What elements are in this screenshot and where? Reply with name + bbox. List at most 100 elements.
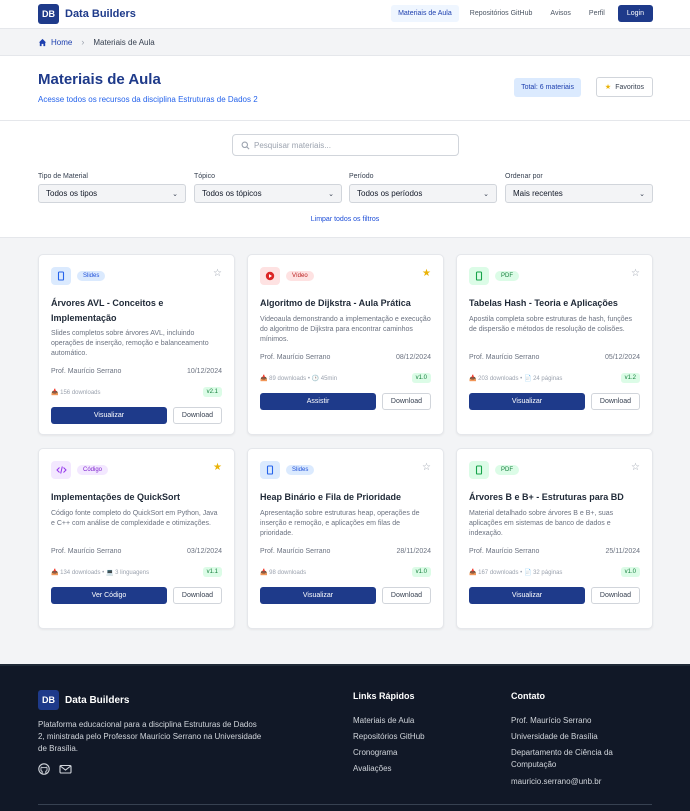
filter-type-select[interactable]: Todos os tipos ⌄ [38, 184, 186, 203]
card-date: 10/12/2024 [186, 368, 222, 375]
card-meta: Prof. Maurício Serrano 08/12/2024 [260, 354, 431, 361]
card-meta: Prof. Maurício Serrano 10/12/2024 [51, 368, 222, 375]
pdf-icon [469, 461, 489, 479]
filter-topic-select[interactable]: Todos os tópicos ⌄ [194, 184, 342, 203]
version-badge: v1.0 [411, 567, 431, 577]
github-icon[interactable] [38, 763, 50, 775]
card-actions: Visualizar Download [469, 587, 640, 604]
breadcrumb-home[interactable]: Home [51, 38, 72, 47]
card-meta: Prof. Maurício Serrano 25/11/2024 [469, 548, 640, 555]
nav-link-perfil[interactable]: Perfil [582, 5, 612, 22]
footer-social [38, 763, 72, 775]
footer-contact-university: Universidade de Brasília [511, 732, 598, 741]
download-button[interactable]: Download [591, 587, 640, 604]
type-badge: Slides [77, 271, 106, 281]
filter-order-label: Ordenar por [505, 173, 543, 180]
download-button[interactable]: Download [591, 393, 640, 410]
favorite-star-icon[interactable]: ★ [213, 462, 222, 473]
footer-link-materiais[interactable]: Materiais de Aula [353, 713, 425, 729]
favorite-star-icon[interactable]: ★ [422, 268, 431, 279]
card-meta: Prof. Maurício Serrano 28/11/2024 [260, 548, 431, 555]
card-title[interactable]: Tabelas Hash - Teoria e Aplicações [469, 296, 640, 311]
breadcrumb-current: Materiais de Aula [93, 37, 155, 47]
footer-link-avaliacoes[interactable]: Avaliações [353, 761, 425, 777]
download-button[interactable]: Download [173, 587, 222, 604]
filter-type: Tipo de Material Todos os tipos ⌄ [38, 173, 186, 203]
footer-brand: DB Data Builders [38, 690, 129, 710]
card-author: Prof. Maurício Serrano [469, 354, 540, 361]
card-primary-button[interactable]: Visualizar [51, 407, 167, 424]
card-primary-button[interactable]: Visualizar [260, 587, 376, 604]
clear-filters-link[interactable]: Limpar todos os filtros [0, 216, 690, 223]
download-button[interactable]: Download [382, 587, 431, 604]
filter-period: Período Todos os períodos ⌄ [349, 173, 497, 203]
favorite-star-icon[interactable]: ☆ [213, 268, 222, 279]
page-header: Materiais de Aula Acesse todos os recurs… [0, 55, 690, 121]
favorite-star-icon[interactable]: ☆ [422, 462, 431, 473]
card-primary-button[interactable]: Assistir [260, 393, 376, 410]
favorite-star-icon[interactable]: ☆ [631, 462, 640, 473]
footer-link-cronograma[interactable]: Cronograma [353, 745, 425, 761]
code-icon [51, 461, 71, 479]
card-title[interactable]: Implementações de QuickSort [51, 490, 222, 505]
card-title[interactable]: Algoritmo de Dijkstra - Aula Prática [260, 296, 431, 311]
card-description: Material detalhado sobre árvores B e B+,… [469, 510, 614, 537]
chevron-down-icon: ⌄ [639, 190, 645, 198]
card-primary-button[interactable]: Visualizar [469, 393, 585, 410]
card-description: Slides completos sobre árvores AVL, incl… [51, 330, 209, 357]
brand[interactable]: DB Data Builders [38, 4, 136, 24]
card-primary-button[interactable]: Ver Código [51, 587, 167, 604]
card-downloads: 📥 156 downloads [51, 389, 101, 396]
home-icon [38, 38, 47, 46]
material-card[interactable]: Vídeo ★ Algoritmo de Dijkstra - Aula Prá… [247, 254, 444, 435]
card-description: Videoaula demonstrando a implementação e… [260, 316, 431, 343]
chevron-down-icon: ⌄ [483, 190, 489, 198]
nav-link-repositorios[interactable]: Repositórios GitHub [463, 5, 540, 22]
search-input[interactable] [254, 140, 444, 150]
search-box[interactable] [232, 134, 459, 156]
material-card[interactable]: PDF ☆ Árvores B e B+ - Estruturas para B… [456, 448, 653, 629]
login-button[interactable]: Login [617, 5, 653, 22]
footer-contact-email[interactable]: mauricio.serrano@unb.br [511, 774, 651, 790]
card-stats: 📥 89 downloads • 🕒 45min v1.0 [260, 373, 431, 383]
material-card[interactable]: Slides ☆ Heap Binário e Fila de Priorida… [247, 448, 444, 629]
filter-order: Ordenar por Mais recentes ⌄ [505, 173, 653, 203]
card-header: PDF [469, 461, 519, 479]
brand-logo: DB [38, 4, 59, 24]
filter-topic-label: Tópico [194, 173, 216, 180]
card-downloads: 📥 98 downloads [260, 569, 307, 576]
nav-links: Materiais de Aula Repositórios GitHub Av… [391, 5, 653, 22]
filter-type-label: Tipo de Material [38, 173, 88, 180]
footer-link-repositorios[interactable]: Repositórios GitHub [353, 729, 425, 745]
material-card[interactable]: Código ★ Implementações de QuickSort Cód… [38, 448, 235, 629]
favorite-star-icon[interactable]: ☆ [631, 268, 640, 279]
card-header: Slides [51, 267, 106, 285]
footer-brand-name: Data Builders [65, 694, 130, 706]
favorites-button[interactable]: ★ Favoritos [595, 77, 653, 97]
filter-type-value: Todos os tipos [46, 189, 98, 198]
mail-icon[interactable] [59, 763, 72, 775]
download-button[interactable]: Download [173, 407, 222, 424]
card-title[interactable]: Árvores AVL - Conceitos e Implementação [51, 296, 222, 326]
nav-link-materiais[interactable]: Materiais de Aula [391, 5, 459, 22]
page-title: Materiais de Aula [38, 71, 161, 88]
material-card[interactable]: Slides ☆ Árvores AVL - Conceitos e Imple… [38, 254, 235, 435]
filter-order-select[interactable]: Mais recentes ⌄ [505, 184, 653, 203]
card-author: Prof. Maurício Serrano [51, 368, 122, 375]
nav-link-avisos[interactable]: Avisos [543, 5, 578, 22]
chevron-down-icon: ⌄ [172, 190, 178, 198]
card-description: Código fonte completo do QuickSort em Py… [51, 510, 218, 527]
card-header: Vídeo [260, 267, 314, 285]
chevron-right-icon: › [81, 37, 85, 47]
download-button[interactable]: Download [382, 393, 431, 410]
filter-topic: Tópico Todos os tópicos ⌄ [194, 173, 342, 203]
filter-period-select[interactable]: Todos os períodos ⌄ [349, 184, 497, 203]
version-badge: v1.0 [411, 373, 431, 383]
footer-description: Plataforma educacional para a disciplina… [38, 720, 262, 753]
card-title[interactable]: Heap Binário e Fila de Prioridade [260, 490, 431, 505]
card-stats: 📥 98 downloads v1.0 [260, 567, 431, 577]
card-title[interactable]: Árvores B e B+ - Estruturas para BD [469, 490, 640, 505]
brand-name: Data Builders [65, 8, 136, 20]
card-primary-button[interactable]: Visualizar [469, 587, 585, 604]
material-card[interactable]: PDF ☆ Tabelas Hash - Teoria e Aplicações… [456, 254, 653, 435]
